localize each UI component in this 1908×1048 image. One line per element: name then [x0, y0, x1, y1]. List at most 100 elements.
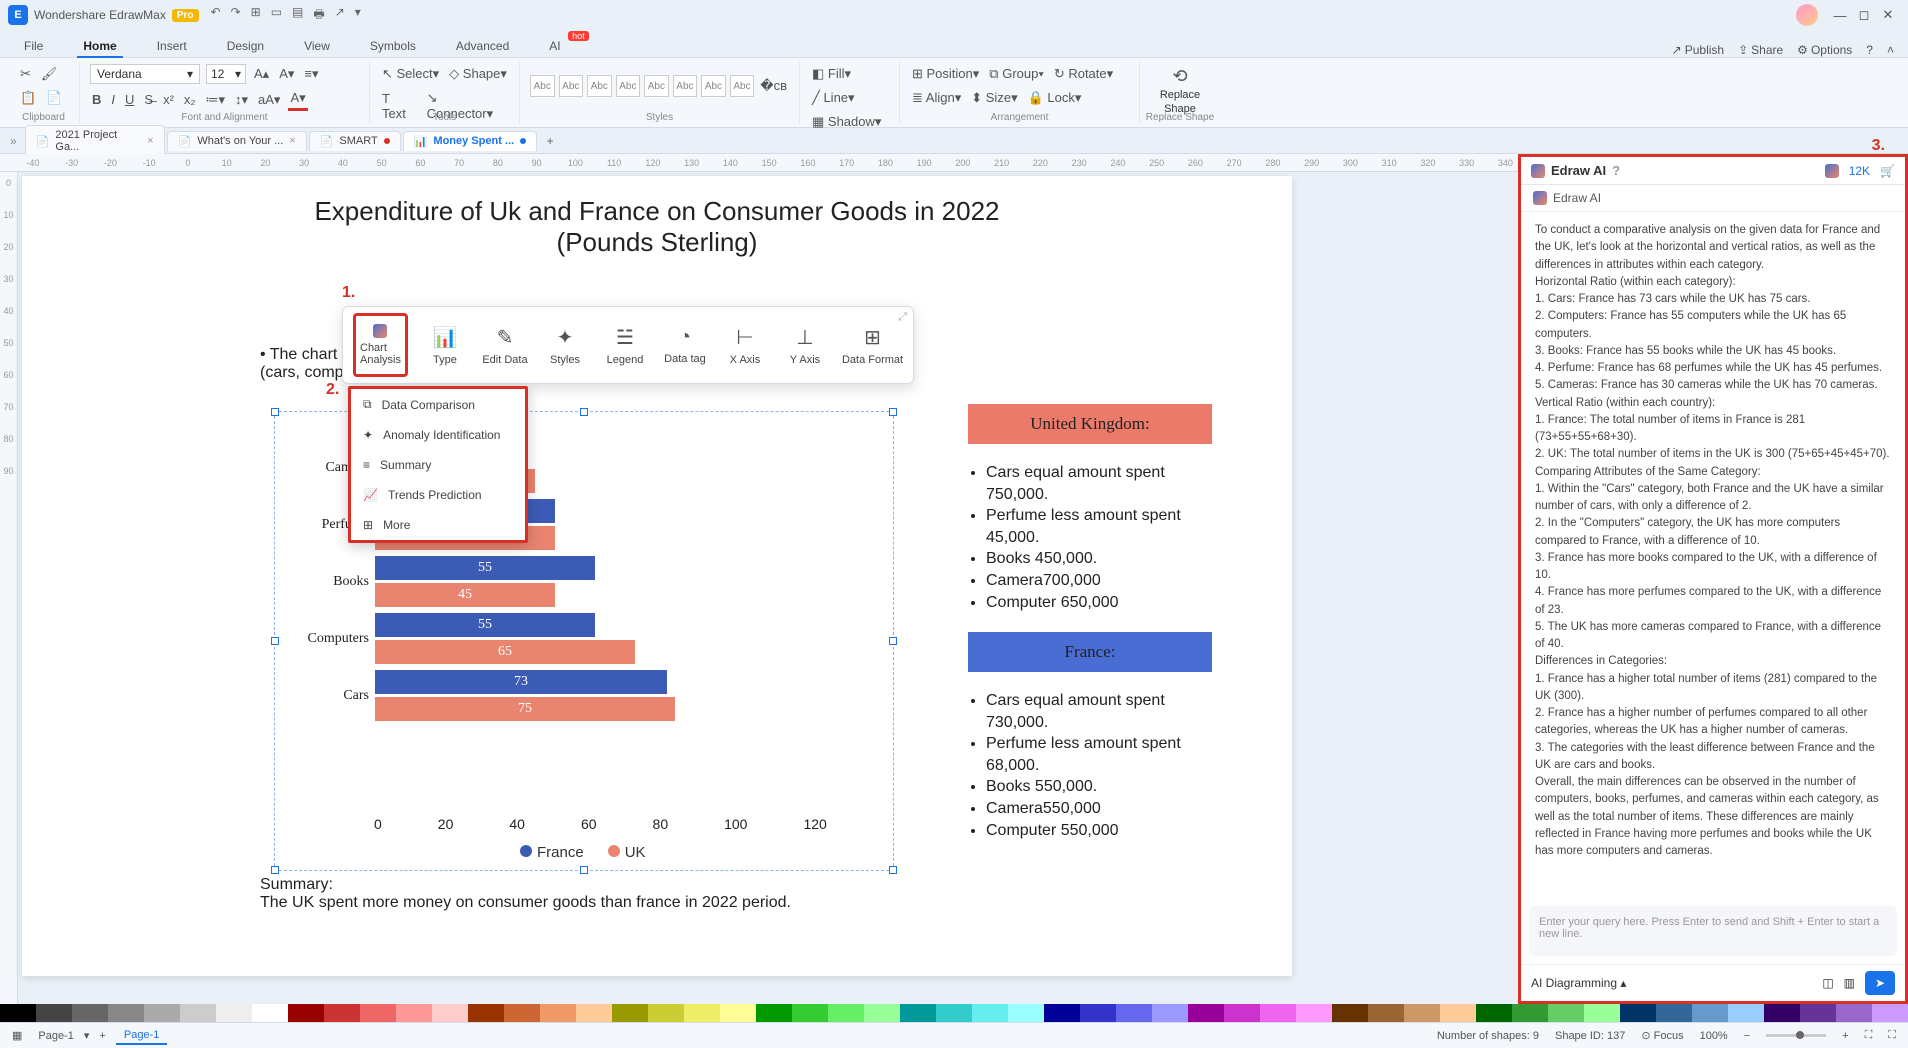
fullscreen-icon[interactable]: ⛶ — [1888, 1029, 1896, 1042]
line-button[interactable]: ╱ Line▾ — [810, 88, 857, 108]
open-icon[interactable]: ▭ — [271, 5, 282, 26]
doc-tab[interactable]: 📄2021 Project Ga...× — [25, 125, 165, 156]
close-tab-icon[interactable]: × — [147, 135, 153, 147]
align-icon[interactable]: ≡▾ — [302, 64, 320, 84]
tab-insert[interactable]: Insert — [151, 35, 193, 57]
tab-advanced[interactable]: Advanced — [450, 35, 515, 57]
color-swatch[interactable] — [1440, 1004, 1476, 1022]
doc-tab[interactable]: 📄What's on Your ...× — [167, 131, 307, 151]
color-swatch[interactable] — [252, 1004, 288, 1022]
help-icon[interactable]: ? — [1612, 163, 1620, 178]
color-swatch[interactable] — [720, 1004, 756, 1022]
share-button[interactable]: ⇪ Share — [1738, 43, 1783, 57]
color-swatch[interactable] — [1872, 1004, 1908, 1022]
select-tool[interactable]: ↖ Select▾ — [380, 64, 441, 84]
style-preset[interactable]: Abc — [587, 75, 612, 97]
collapse-ribbon-icon[interactable]: ˄ — [1887, 43, 1894, 57]
font-color-icon[interactable]: A▾ — [288, 88, 307, 111]
tab-ai[interactable]: AIhot — [543, 35, 566, 57]
color-swatch[interactable] — [864, 1004, 900, 1022]
close-tab-icon[interactable]: × — [289, 135, 295, 147]
color-swatch[interactable] — [1512, 1004, 1548, 1022]
color-swatch[interactable] — [144, 1004, 180, 1022]
color-swatch[interactable] — [180, 1004, 216, 1022]
page-layout-icon[interactable]: ▦ — [12, 1029, 22, 1042]
france-info-box[interactable]: France: Cars equal amount spent 730,000.… — [968, 632, 1212, 841]
tab-symbols[interactable]: Symbols — [364, 35, 422, 57]
print-icon[interactable]: 🖶 — [313, 5, 324, 26]
style-preset[interactable]: Abc — [673, 75, 698, 97]
shadow-button[interactable]: ▦ Shadow▾ — [810, 112, 883, 132]
doc-tab[interactable]: 📄SMART — [309, 131, 401, 151]
tab-view[interactable]: View — [298, 35, 336, 57]
size-button[interactable]: ⬍ Size▾ — [969, 88, 1019, 108]
styles-more-icon[interactable]: �св — [758, 76, 789, 96]
cart-icon[interactable]: 🛒 — [1880, 164, 1895, 178]
bullets-icon[interactable]: ≔▾ — [203, 90, 227, 110]
color-swatch[interactable] — [972, 1004, 1008, 1022]
color-swatch[interactable] — [432, 1004, 468, 1022]
fit-page-icon[interactable]: ⛶ — [1865, 1029, 1873, 1042]
trends-item[interactable]: 📈Trends Prediction — [351, 480, 525, 510]
color-swatch[interactable] — [504, 1004, 540, 1022]
yaxis-button[interactable]: ⊥Y Axis — [782, 313, 828, 377]
qat-more-icon[interactable]: ▾ — [355, 5, 361, 26]
uk-info-box[interactable]: United Kingdom: Cars equal amount spent … — [968, 404, 1212, 613]
color-swatch[interactable] — [1296, 1004, 1332, 1022]
doc-tab-active[interactable]: 📊Money Spent ... — [403, 131, 537, 151]
color-swatch[interactable] — [1188, 1004, 1224, 1022]
publish-button[interactable]: ↗ Publish — [1672, 43, 1724, 57]
line-spacing-icon[interactable]: ↕▾ — [233, 90, 250, 110]
datatag-button[interactable]: ◔Data tag — [662, 313, 708, 377]
help-icon[interactable]: ? — [1866, 43, 1873, 57]
xaxis-button[interactable]: ⊢X Axis — [722, 313, 768, 377]
color-swatch[interactable] — [1692, 1004, 1728, 1022]
fill-button[interactable]: ◧ Fill▾ — [810, 64, 853, 84]
close-button[interactable]: ✕ — [1876, 7, 1900, 23]
undo-icon[interactable]: ↶ — [211, 5, 221, 26]
tab-design[interactable]: Design — [221, 35, 270, 57]
format-painter-icon[interactable]: 🖌 — [39, 64, 60, 84]
ai-action1-icon[interactable]: ◫ — [1822, 976, 1833, 990]
color-swatch[interactable] — [216, 1004, 252, 1022]
color-swatch[interactable] — [396, 1004, 432, 1022]
anomaly-item[interactable]: ✦Anomaly Identification — [351, 420, 525, 450]
copy-icon[interactable]: 📋 — [18, 88, 38, 108]
style-preset[interactable]: Abc — [559, 75, 584, 97]
color-swatch[interactable] — [324, 1004, 360, 1022]
color-swatch[interactable] — [36, 1004, 72, 1022]
case-icon[interactable]: aA▾ — [256, 90, 282, 110]
color-swatch[interactable] — [936, 1004, 972, 1022]
tab-file[interactable]: File — [18, 35, 49, 57]
font-size[interactable]: 12▾ — [206, 64, 246, 84]
ai-input[interactable]: Enter your query here. Press Enter to se… — [1529, 906, 1897, 956]
style-preset[interactable]: Abc — [644, 75, 669, 97]
focus-button[interactable]: ⊙ Focus — [1641, 1029, 1683, 1042]
color-swatch[interactable] — [1116, 1004, 1152, 1022]
zoom-slider[interactable] — [1766, 1034, 1826, 1037]
style-preset[interactable]: Abc — [616, 75, 641, 97]
strike-icon[interactable]: S̶ — [142, 90, 155, 109]
position-button[interactable]: ⊞ Position▾ — [910, 64, 981, 84]
page-tab[interactable]: Page-1 — [116, 1027, 167, 1045]
color-swatch[interactable] — [288, 1004, 324, 1022]
color-swatch[interactable] — [1476, 1004, 1512, 1022]
color-swatch[interactable] — [1764, 1004, 1800, 1022]
send-button[interactable]: ➤ — [1865, 971, 1895, 995]
color-swatch[interactable] — [756, 1004, 792, 1022]
options-button[interactable]: ⚙ Options — [1797, 43, 1852, 57]
shrink-font-icon[interactable]: A▾ — [277, 64, 296, 84]
chart-styles-button[interactable]: ✦Styles — [542, 313, 588, 377]
color-swatch[interactable] — [1656, 1004, 1692, 1022]
cut-icon[interactable]: ✂ — [18, 64, 33, 84]
color-swatch[interactable] — [1800, 1004, 1836, 1022]
summary-item[interactable]: ≡Summary — [351, 450, 525, 480]
user-avatar[interactable] — [1796, 4, 1818, 26]
lock-button[interactable]: 🔒 Lock▾ — [1026, 88, 1084, 108]
expand-tabs-icon[interactable]: » — [10, 134, 17, 148]
new-icon[interactable]: ⊞ — [251, 5, 261, 26]
maximize-button[interactable]: ◻ — [1852, 7, 1876, 23]
dataformat-button[interactable]: ⊞Data Format — [842, 313, 903, 377]
color-swatch[interactable] — [1008, 1004, 1044, 1022]
color-swatch[interactable] — [1080, 1004, 1116, 1022]
